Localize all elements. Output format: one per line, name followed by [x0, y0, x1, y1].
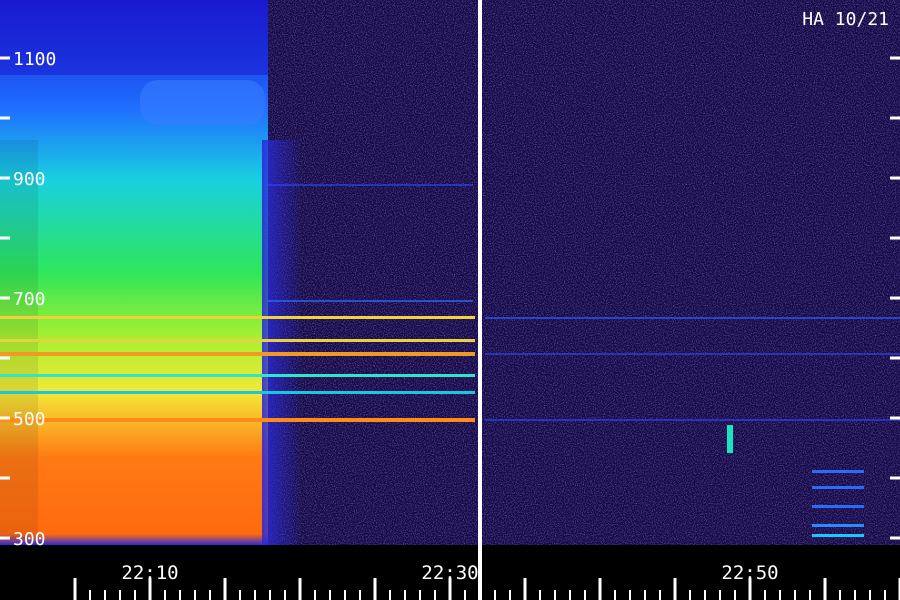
- y-tick-left: [0, 296, 10, 300]
- spike-feature: [727, 425, 733, 453]
- burst-cloud-upper: [140, 80, 265, 125]
- y-tick-right: [890, 296, 900, 300]
- x-minor-tick: [719, 590, 721, 600]
- x-minor-tick: [494, 590, 496, 600]
- spectrogram-chart: 300 500 700 900 1100 22:10 22:30 22:50 HA 10/21: [0, 0, 900, 600]
- x-minor-tick: [464, 590, 466, 600]
- x-minor-tick: [314, 590, 316, 600]
- y-tick-label: 900: [13, 169, 46, 190]
- y-tick-left: [0, 476, 10, 480]
- x-minor-tick: [869, 590, 871, 600]
- y-tick-left: [0, 356, 10, 360]
- y-tick-left: [0, 416, 10, 420]
- x-tick-label: 22:30: [421, 562, 478, 584]
- x-minor-tick: [584, 590, 586, 600]
- x-tick: [823, 578, 827, 600]
- x-minor-tick: [194, 590, 196, 600]
- x-minor-tick: [704, 590, 706, 600]
- x-minor-tick: [434, 590, 436, 600]
- x-minor-tick: [404, 590, 406, 600]
- x-minor-tick: [419, 590, 421, 600]
- x-minor-tick: [239, 590, 241, 600]
- x-minor-tick: [359, 590, 361, 600]
- y-tick-left: [0, 56, 10, 60]
- y-tick-right: [890, 536, 900, 540]
- x-minor-tick: [329, 590, 331, 600]
- station-annotation: HA 10/21: [802, 9, 889, 30]
- y-tick-right: [890, 176, 900, 180]
- y-tick-right: [890, 116, 900, 120]
- x-minor-tick: [509, 590, 511, 600]
- y-tick-label: 1100: [13, 49, 56, 70]
- x-minor-tick: [104, 590, 106, 600]
- y-tick-left: [0, 236, 10, 240]
- x-minor-tick: [839, 590, 841, 600]
- y-tick-right: [890, 416, 900, 420]
- x-minor-tick: [734, 590, 736, 600]
- x-minor-tick: [539, 590, 541, 600]
- x-minor-tick: [269, 590, 271, 600]
- x-minor-tick: [644, 590, 646, 600]
- y-tick-left: [0, 176, 10, 180]
- x-minor-tick: [209, 590, 211, 600]
- x-minor-tick: [284, 590, 286, 600]
- y-tick-label: 300: [13, 529, 46, 550]
- y-tick-label: 700: [13, 289, 46, 310]
- x-minor-tick: [884, 590, 886, 600]
- x-minor-tick: [389, 590, 391, 600]
- x-tick: [523, 578, 527, 600]
- x-minor-tick: [854, 590, 856, 600]
- y-tick-right: [890, 476, 900, 480]
- y-tick-right: [890, 356, 900, 360]
- x-tick-label: 22:10: [121, 562, 178, 584]
- panel-separator: [478, 0, 482, 600]
- x-tick: [73, 578, 77, 600]
- burst-trailing-edge: [262, 140, 302, 545]
- x-minor-tick: [614, 590, 616, 600]
- x-minor-tick: [689, 590, 691, 600]
- x-tick: [223, 578, 227, 600]
- y-tick-left: [0, 116, 10, 120]
- y-tick-right: [890, 56, 900, 60]
- x-minor-tick: [134, 590, 136, 600]
- x-minor-tick: [569, 590, 571, 600]
- x-minor-tick: [809, 590, 811, 600]
- y-tick-right: [890, 236, 900, 240]
- x-minor-tick: [779, 590, 781, 600]
- y-tick-label: 500: [13, 409, 46, 430]
- x-minor-tick: [554, 590, 556, 600]
- x-minor-tick: [119, 590, 121, 600]
- x-minor-tick: [179, 590, 181, 600]
- x-minor-tick: [479, 590, 481, 600]
- x-minor-tick: [344, 590, 346, 600]
- x-minor-tick: [254, 590, 256, 600]
- x-tick: [673, 578, 677, 600]
- x-tick: [598, 578, 602, 600]
- y-tick-left: [0, 536, 10, 540]
- x-minor-tick: [764, 590, 766, 600]
- x-tick: [298, 578, 302, 600]
- x-tick: [373, 578, 377, 600]
- x-minor-tick: [659, 590, 661, 600]
- x-minor-tick: [164, 590, 166, 600]
- x-minor-tick: [794, 590, 796, 600]
- x-tick-label: 22:50: [721, 562, 778, 584]
- x-minor-tick: [89, 590, 91, 600]
- x-minor-tick: [629, 590, 631, 600]
